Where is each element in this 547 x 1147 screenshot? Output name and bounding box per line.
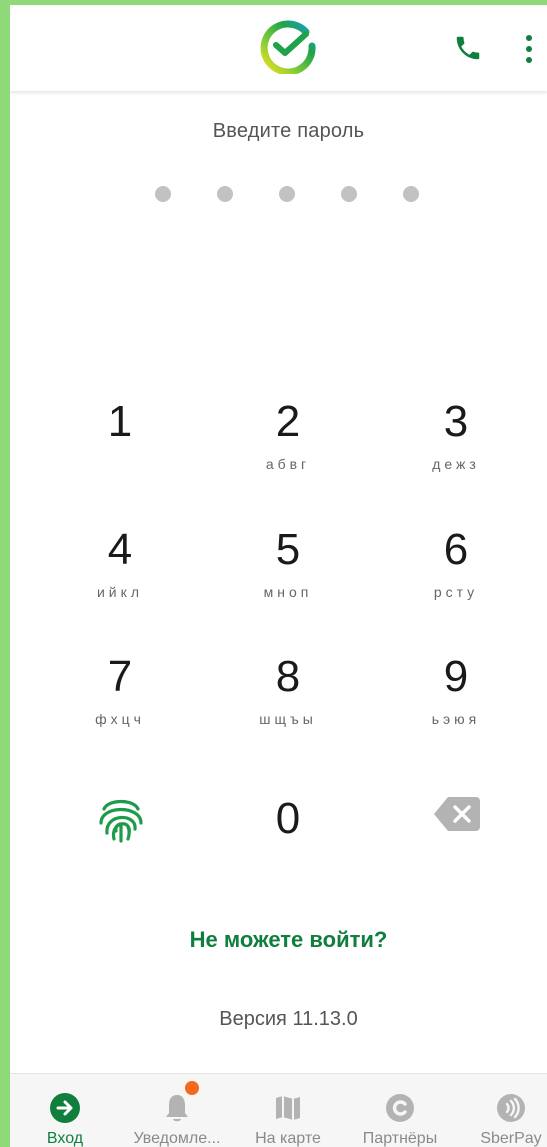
key-digit: 5 [275,525,301,574]
key-digit: 8 [275,652,301,701]
key-5[interactable]: 5 мноп [213,526,363,630]
key-digit: 1 [107,397,133,446]
more-vertical-icon[interactable] [523,33,535,65]
password-prompt: Введите пароль [212,120,365,142]
key-4[interactable]: 4 ийкл [45,526,195,630]
nav-label: Вход [46,1130,84,1147]
nav-item-login[interactable]: Вход [10,1074,120,1147]
key-digit: 0 [275,794,301,843]
key-7[interactable]: 7 фхцч [45,653,195,757]
phone-icon[interactable] [453,33,483,63]
login-arrow-icon [50,1093,80,1123]
key-digit: 6 [443,525,469,574]
key-9[interactable]: 9 ьэюя [381,653,531,757]
key-digit: 7 [107,652,133,701]
nav-label: SberPay [480,1130,542,1147]
nav-label: Уведомле... [133,1130,221,1147]
nav-item-sberpay[interactable]: SberPay [456,1074,547,1147]
top-bar [10,5,547,91]
nav-item-partners[interactable]: Партнёры [345,1074,455,1147]
sber-logo-icon [260,20,316,74]
pin-dot [279,186,295,202]
login-screen: Введите пароль 1 2 абвг 3 дежз 4 ийкл 5 … [10,5,547,1147]
key-digit: 9 [443,652,469,701]
key-letters: ийкл [96,584,144,600]
pin-dots [10,186,547,206]
pin-dot [341,186,357,202]
key-letters: рсту [433,584,479,600]
key-letters: абвг [265,456,311,472]
nav-item-notifications[interactable]: Уведомле... [122,1074,232,1147]
key-digit: 3 [443,397,469,446]
key-8[interactable]: 8 шщъы [213,653,363,757]
pin-dot [155,186,171,202]
sberpay-icon [497,1094,525,1122]
nav-label: Партнёры [362,1130,438,1147]
key-letters: мноп [263,584,313,600]
cant-login-link[interactable]: Не можете войти? [10,927,547,953]
backspace-icon[interactable] [434,797,480,831]
bottom-nav: Вход Уведомле... На карте Партнёры SberP… [10,1073,547,1147]
nav-item-map[interactable]: На карте [233,1074,343,1147]
partners-icon [386,1094,414,1122]
key-1[interactable]: 1 [45,398,195,502]
key-3[interactable]: 3 дежз [381,398,531,502]
key-letters: дежз [432,456,480,472]
pin-dot [403,186,419,202]
key-digit: 4 [107,525,133,574]
key-0[interactable]: 0 [213,795,363,899]
key-letters: фхцч [95,711,145,727]
pin-dot [217,186,233,202]
map-icon [276,1096,300,1120]
fingerprint-icon[interactable] [98,793,144,843]
version-label: Версия 11.13.0 [219,1008,358,1030]
key-letters: ьэюя [431,711,481,727]
notification-badge [185,1081,199,1095]
key-6[interactable]: 6 рсту [381,526,531,630]
key-letters: шщъы [259,711,317,727]
key-digit: 2 [275,397,301,446]
key-2[interactable]: 2 абвг [213,398,363,502]
bell-icon [166,1095,188,1122]
nav-label: На карте [255,1130,321,1147]
